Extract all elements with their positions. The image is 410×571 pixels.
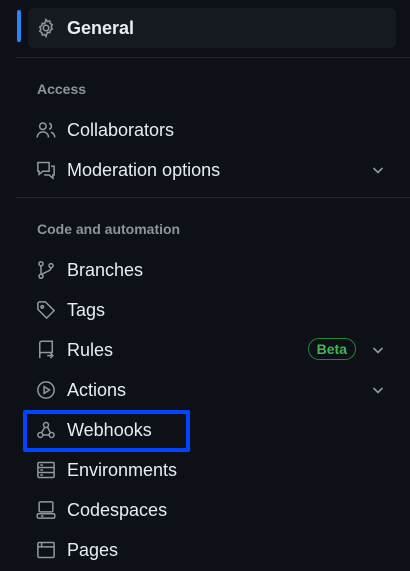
sidebar-item-codespaces[interactable]: Codespaces xyxy=(28,490,396,530)
sidebar-item-moderation-options[interactable]: Moderation options xyxy=(28,150,396,190)
sidebar-item-label: Codespaces xyxy=(67,500,168,520)
tag-icon xyxy=(36,300,56,320)
section-heading-access: Access xyxy=(37,81,87,97)
sidebar-item-general[interactable]: General xyxy=(28,8,396,48)
chevron-down-icon[interactable] xyxy=(370,382,386,398)
sidebar-item-collaborators[interactable]: Collaborators xyxy=(28,110,396,150)
settings-sidebar: General Access Collaborators Moderation … xyxy=(0,0,410,571)
divider xyxy=(16,197,410,198)
sidebar-item-environments[interactable]: Environments xyxy=(28,450,396,490)
sidebar-item-tags[interactable]: Tags xyxy=(28,290,396,330)
server-icon xyxy=(36,460,56,480)
git-branch-icon xyxy=(36,260,56,280)
sidebar-item-label: Rules xyxy=(67,340,114,360)
browser-icon xyxy=(36,540,56,560)
beta-badge: Beta xyxy=(307,338,356,360)
sidebar-item-label: Environments xyxy=(67,460,178,480)
play-icon xyxy=(36,380,56,400)
sidebar-item-label: Moderation options xyxy=(67,160,221,180)
active-indicator xyxy=(17,10,21,42)
sidebar-item-rules[interactable]: Rules Beta xyxy=(28,330,396,370)
repo-push-icon xyxy=(36,340,56,360)
sidebar-item-label: Actions xyxy=(67,380,127,400)
sidebar-item-actions[interactable]: Actions xyxy=(28,370,396,410)
sidebar-item-label: Branches xyxy=(67,260,144,280)
chevron-down-icon[interactable] xyxy=(370,342,386,358)
sidebar-item-label: Tags xyxy=(67,300,106,320)
sidebar-item-label: Pages xyxy=(67,540,119,560)
sidebar-item-label: General xyxy=(67,18,135,38)
webhooks-highlight-box xyxy=(23,410,190,452)
report-icon xyxy=(36,160,56,180)
sidebar-item-label: Collaborators xyxy=(67,120,175,140)
people-icon xyxy=(36,120,56,140)
sidebar-item-branches[interactable]: Branches xyxy=(28,250,396,290)
chevron-down-icon[interactable] xyxy=(370,162,386,178)
gear-icon xyxy=(36,18,56,38)
divider xyxy=(16,57,410,58)
codespaces-icon xyxy=(36,500,56,520)
section-heading-code-and-automation: Code and automation xyxy=(37,221,181,237)
sidebar-item-pages[interactable]: Pages xyxy=(28,530,396,570)
